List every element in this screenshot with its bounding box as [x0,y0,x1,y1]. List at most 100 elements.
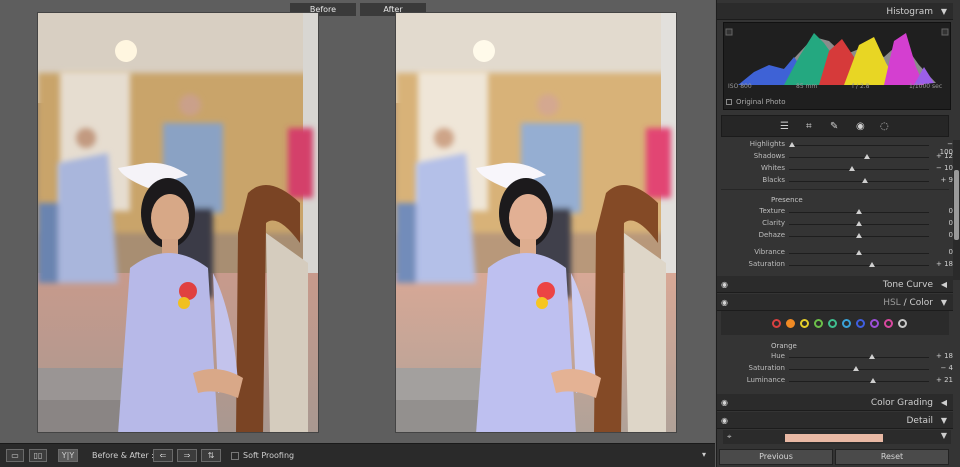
slider-row[interactable]: Dehaze 0 [717,230,953,242]
single-view-icon[interactable]: ▭ [6,449,24,462]
before-after-view: Before After [0,0,715,443]
panel-scrollbar[interactable] [953,140,960,280]
scrollbar-thumb[interactable] [954,170,959,240]
slider-row[interactable]: Blacks + 9 [717,175,953,187]
slider-row[interactable]: Shadows + 12 [717,151,953,163]
tone-curve-header[interactable]: ◉ Tone Curve ◀ [717,276,953,293]
slider-value[interactable]: 0 [933,219,953,227]
color-swatch[interactable] [814,319,823,328]
hsl-color-header[interactable]: ◉ HSL / Color ▼ [717,294,953,311]
copy-after-to-before-icon[interactable]: ⇐ [153,449,173,462]
hsl-tab[interactable]: HSL [883,298,901,308]
detail-preview-strip: ⌖ ▼ [723,430,951,444]
color-grading-header[interactable]: ◉ Color Grading ◀ [717,394,953,411]
slider-value[interactable]: + 18 [933,352,953,360]
slider-label: Hue [770,352,785,360]
previous-button[interactable]: Previous [719,449,833,465]
slider-knob[interactable] [864,154,871,159]
color-swatch[interactable] [856,319,865,328]
slider-knob[interactable] [788,142,795,147]
slider-value[interactable]: − 10 [933,164,953,172]
slider-row[interactable]: Whites − 10 [717,163,953,175]
side-by-side-icon[interactable]: ▯▯ [29,449,47,462]
red-eye-icon[interactable]: ◉ [856,121,865,132]
slider-row[interactable]: Clarity 0 [717,218,953,230]
visibility-eye-icon[interactable]: ◉ [721,298,728,307]
healing-brush-icon[interactable]: ✎ [830,121,838,132]
slider-knob[interactable] [870,378,876,383]
color-swatch[interactable] [800,319,809,328]
color-swatch-row [721,311,949,335]
original-photo-toggle[interactable]: Original Photo [726,98,786,106]
target-icon[interactable]: ⌖ [727,432,732,442]
slider-track[interactable] [789,169,929,170]
color-tab[interactable]: Color [910,298,934,308]
color-swatch[interactable] [884,319,893,328]
slider-value[interactable]: − 4 [933,364,953,372]
slider-knob[interactable] [868,262,875,267]
slider-track[interactable] [789,157,929,158]
collapse-icon: ▼ [940,416,947,425]
slider-label: Whites [760,164,785,172]
slider-row[interactable]: Luminance + 21 [717,375,953,387]
color-swatch[interactable] [898,319,907,328]
copy-before-to-after-icon[interactable]: ⇒ [177,449,197,462]
original-photo-checkbox[interactable] [726,99,732,105]
slider-row[interactable]: Saturation + 18 [717,259,954,271]
slider-track[interactable] [789,145,929,146]
slider-track[interactable] [789,381,929,382]
tool-strip: ☰ ⌗ ✎ ◉ ◌ [721,115,949,137]
color-swatch[interactable] [842,319,851,328]
slider-row[interactable]: Texture 0 [717,206,953,218]
after-photo[interactable] [395,12,677,433]
reset-button[interactable]: Reset [835,449,949,465]
slider-knob[interactable] [856,209,862,214]
shutter-readout: 1/1000 sec [909,83,943,90]
slider-row[interactable]: Saturation − 4 [717,363,954,375]
toolbar-menu-chevron-icon[interactable]: ▾ [702,450,706,459]
slider-value[interactable]: 0 [933,231,953,239]
histogram-header[interactable]: Histogram ▼ [717,3,953,20]
slider-knob[interactable] [856,233,862,238]
collapse-icon: ▼ [940,298,947,307]
color-swatch[interactable] [870,319,879,328]
slider-value[interactable]: 0 [933,207,953,215]
slider-row[interactable]: Highlights − 100 [717,139,953,156]
color-swatch[interactable] [828,319,837,328]
slider-value[interactable]: 0 [933,248,953,256]
slider-row[interactable]: Hue + 18 [717,351,953,363]
slider-label: Clarity [762,219,785,227]
soft-proofing-checkbox[interactable] [231,452,239,460]
visibility-eye-icon[interactable]: ◉ [721,398,728,407]
slider-knob[interactable] [853,366,860,371]
slider-value[interactable]: + 12 [933,152,953,160]
slider-value[interactable]: + 9 [933,176,953,184]
slider-track[interactable] [789,357,929,358]
histogram[interactable]: ISO 800 85 mm f / 2.8 1/1000 sec [723,22,951,110]
slider-track[interactable] [789,265,929,266]
slider-track[interactable] [789,181,929,182]
slider-knob[interactable] [861,178,868,183]
yy-view-button[interactable]: Y|Y [58,449,78,462]
color-swatch[interactable] [772,319,781,328]
edit-sliders-icon[interactable]: ☰ [780,121,789,132]
slider-value[interactable]: + 21 [933,376,953,384]
visibility-eye-icon[interactable]: ◉ [721,416,728,425]
color-swatch[interactable] [786,319,795,328]
expand-icon: ◀ [940,280,947,289]
slider-knob[interactable] [856,250,862,255]
swap-arrows-icon[interactable]: ⇅ [201,449,221,462]
tone-curve-title: Tone Curve [882,280,933,290]
masking-icon[interactable]: ◌ [880,121,889,132]
crop-icon[interactable]: ⌗ [806,121,812,132]
visibility-eye-icon[interactable]: ◉ [721,280,728,289]
slider-row[interactable]: Vibrance 0 [717,247,953,259]
slider-value[interactable]: + 18 [933,260,953,268]
slider-knob[interactable] [868,354,875,359]
expand-icon: ◀ [940,398,947,407]
slider-label: Shadows [753,152,785,160]
detail-header[interactable]: ◉ Detail ▼ [717,412,953,429]
slider-knob[interactable] [849,166,855,171]
before-photo[interactable] [37,12,319,433]
slider-knob[interactable] [856,221,862,226]
